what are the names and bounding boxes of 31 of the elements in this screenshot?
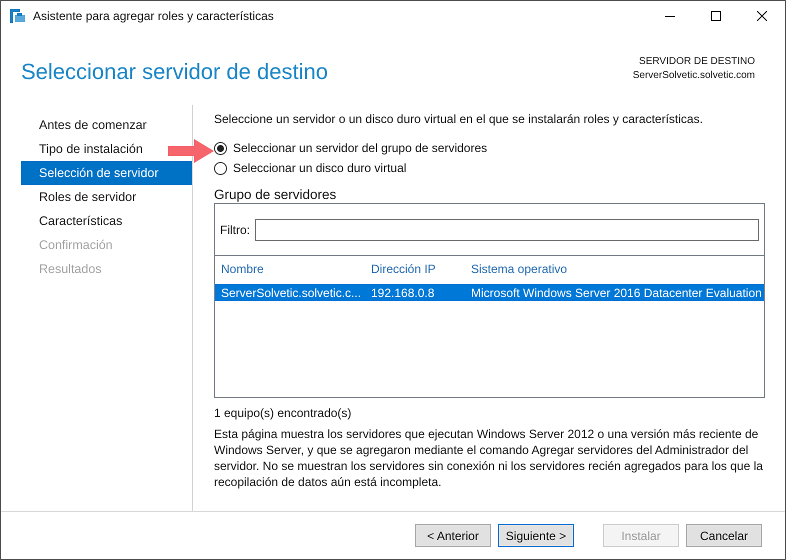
result-count: 1 equipo(s) encontrado(s): [214, 405, 352, 421]
table-row[interactable]: ServerSolvetic.solvetic.c... 192.168.0.8 Microsoft Windows Server 2016 Datacenter Evaluation: [215, 284, 764, 301]
radio-option[interactable]: Seleccionar un disco duro virtual: [214, 160, 765, 176]
sidebar-item[interactable]: Tipo de instalación: [21, 137, 143, 161]
group-title: Grupo de servidores: [214, 187, 338, 203]
sidebar-item[interactable]: Características: [21, 209, 122, 233]
wizard-icon: [10, 9, 26, 23]
wizard-button[interactable]: Cancelar: [686, 524, 762, 547]
close-icon: [757, 11, 767, 21]
column-header[interactable]: Nombre: [215, 262, 365, 276]
column-header[interactable]: Dirección IP: [365, 262, 465, 276]
sidebar-item[interactable]: Antes de comenzar: [21, 113, 147, 137]
filter-label: Filtro:: [220, 222, 250, 236]
destination-server: ServerSolvetic.solvetic.com: [632, 69, 755, 83]
table-cell-text: 192.168.0.8: [370, 286, 436, 300]
window-title: Asistente para agregar roles y características: [33, 9, 274, 23]
column-header[interactable]: Sistema operativo: [465, 262, 764, 276]
sidebar-item[interactable]: Roles de servidor: [21, 185, 136, 209]
destination-label: SERVIDOR DE DESTINO: [639, 55, 755, 69]
wizard-button[interactable]: < Anterior: [415, 524, 491, 547]
wizard-button[interactable]: Siguiente >: [498, 524, 574, 547]
description-text: Esta página muestra los servidores que ejecutan Windows Server 2012 o una versión más reciente de Windows Server, y que se agregaron mediante el comando Agregar servidores del Administrador del servidor. No se muestran los servidores sin conexión ni los servidores recién agregados para los que la recopilación de datos aún está incompleta.: [214, 426, 764, 490]
filter-field[interactable]: [255, 218, 759, 240]
table-cell-text: Microsoft Windows Server 2016 Datacenter Evaluation: [470, 286, 763, 300]
instruction-text: Seleccione un servidor o un disco duro virtual en el que se instalarán roles y características.: [214, 111, 704, 127]
sidebar-item[interactable]: Selección de servidor: [21, 161, 192, 185]
radio-option[interactable]: Seleccionar un servidor del grupo de servidores: [214, 140, 765, 156]
arrow-icon: [168, 139, 214, 163]
page-title: Seleccionar servidor de destino: [21, 59, 328, 85]
table-cell-text: ServerSolvetic.solvetic.c...: [220, 286, 362, 300]
maximize-icon: [711, 11, 721, 21]
